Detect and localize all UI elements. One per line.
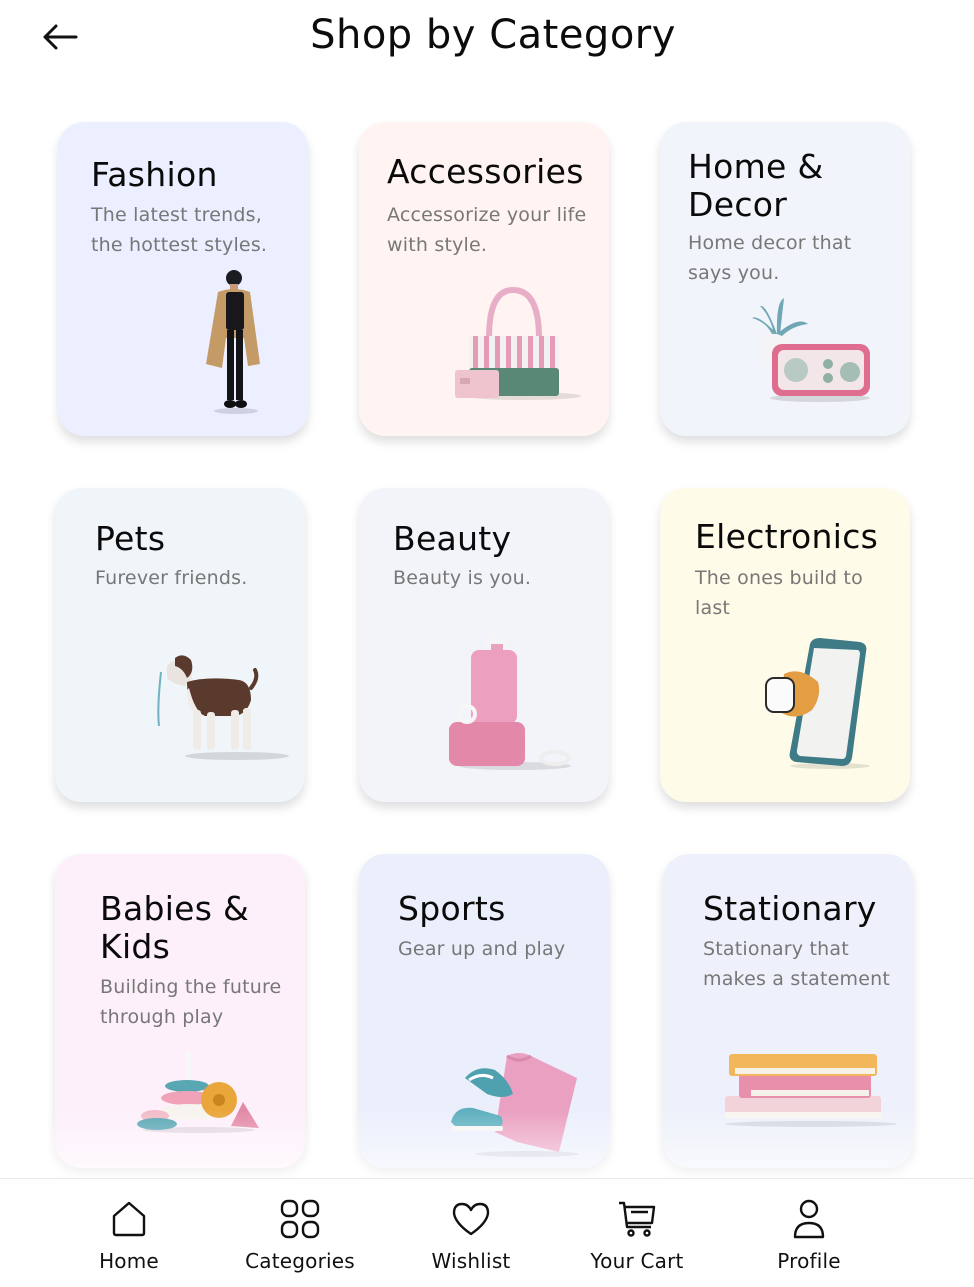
category-description: Furever friends. xyxy=(95,567,248,589)
nav-label: Your Cart xyxy=(590,1249,684,1273)
nav-label: Home xyxy=(99,1249,159,1273)
category-title: Stationary xyxy=(703,889,877,928)
dog-illustration xyxy=(157,655,289,760)
user-icon xyxy=(787,1197,831,1241)
category-card-accessories[interactable]: Accessories Accessorize your life with s… xyxy=(359,122,609,436)
nav-label: Categories xyxy=(245,1249,355,1273)
category-title: Fashion xyxy=(91,155,218,194)
category-card-electronics[interactable]: Electronics The ones build to last xyxy=(660,488,910,802)
category-title: Beauty xyxy=(393,519,512,558)
books-illustration xyxy=(725,1054,897,1127)
home-icon xyxy=(107,1197,151,1241)
category-title: Babies & Kids xyxy=(100,889,250,966)
category-card-babies-kids[interactable]: Babies & Kids Building the future throug… xyxy=(55,854,305,1168)
category-description: Stationary that makes a statement xyxy=(703,938,891,990)
nav-label: Profile xyxy=(777,1249,841,1273)
category-card-pets[interactable]: Pets Furever friends. xyxy=(55,488,305,802)
category-description: Accessorize your life with style. xyxy=(387,204,587,256)
header: Shop by Category xyxy=(0,0,974,90)
cart-icon xyxy=(615,1197,659,1241)
category-card-stationary[interactable]: Stationary Stationary that makes a state… xyxy=(663,854,913,1168)
category-title: Pets xyxy=(95,519,166,558)
handbag-illustration xyxy=(455,286,581,400)
category-description: Building the future through play xyxy=(100,976,282,1028)
cosmetics-illustration xyxy=(449,632,571,770)
bottom-navigation: Home Categories Wishlist Your Cart Profi… xyxy=(0,1178,974,1287)
category-title: Accessories xyxy=(387,152,584,191)
nav-item-wishlist[interactable]: Wishlist xyxy=(391,1197,551,1273)
heart-icon xyxy=(449,1197,493,1241)
page-title: Shop by Category xyxy=(310,12,676,58)
nav-item-cart[interactable]: Your Cart xyxy=(557,1197,717,1273)
phone-watch-illustration xyxy=(765,638,870,769)
category-description: Gear up and play xyxy=(398,938,566,960)
category-card-sports[interactable]: Sports Gear up and play xyxy=(359,854,609,1168)
nav-item-profile[interactable]: Profile xyxy=(729,1197,889,1273)
nav-label: Wishlist xyxy=(431,1249,511,1273)
category-title: Electronics xyxy=(695,517,879,556)
stacking-toys-illustration xyxy=(137,1050,259,1133)
category-card-home-decor[interactable]: Home & Decor Home decor that says you. xyxy=(660,122,910,436)
nav-item-categories[interactable]: Categories xyxy=(220,1197,380,1273)
fashion-model-illustration xyxy=(206,270,260,414)
category-title: Sports xyxy=(398,889,506,928)
category-card-beauty[interactable]: Beauty Beauty is you. xyxy=(359,488,609,802)
category-description: The ones build to last xyxy=(695,567,863,619)
radio-plant-illustration xyxy=(752,298,870,402)
sneakers-shirt-illustration xyxy=(451,1053,579,1157)
category-description: Home decor that says you. xyxy=(688,232,852,284)
nav-item-home[interactable]: Home xyxy=(49,1197,209,1273)
grid-icon xyxy=(278,1197,322,1241)
category-title: Home & Decor xyxy=(688,147,824,224)
category-card-fashion[interactable]: Fashion The latest trends, the hottest s… xyxy=(58,122,308,436)
category-description: Beauty is you. xyxy=(393,567,532,589)
category-description: The latest trends, the hottest styles. xyxy=(91,204,268,256)
